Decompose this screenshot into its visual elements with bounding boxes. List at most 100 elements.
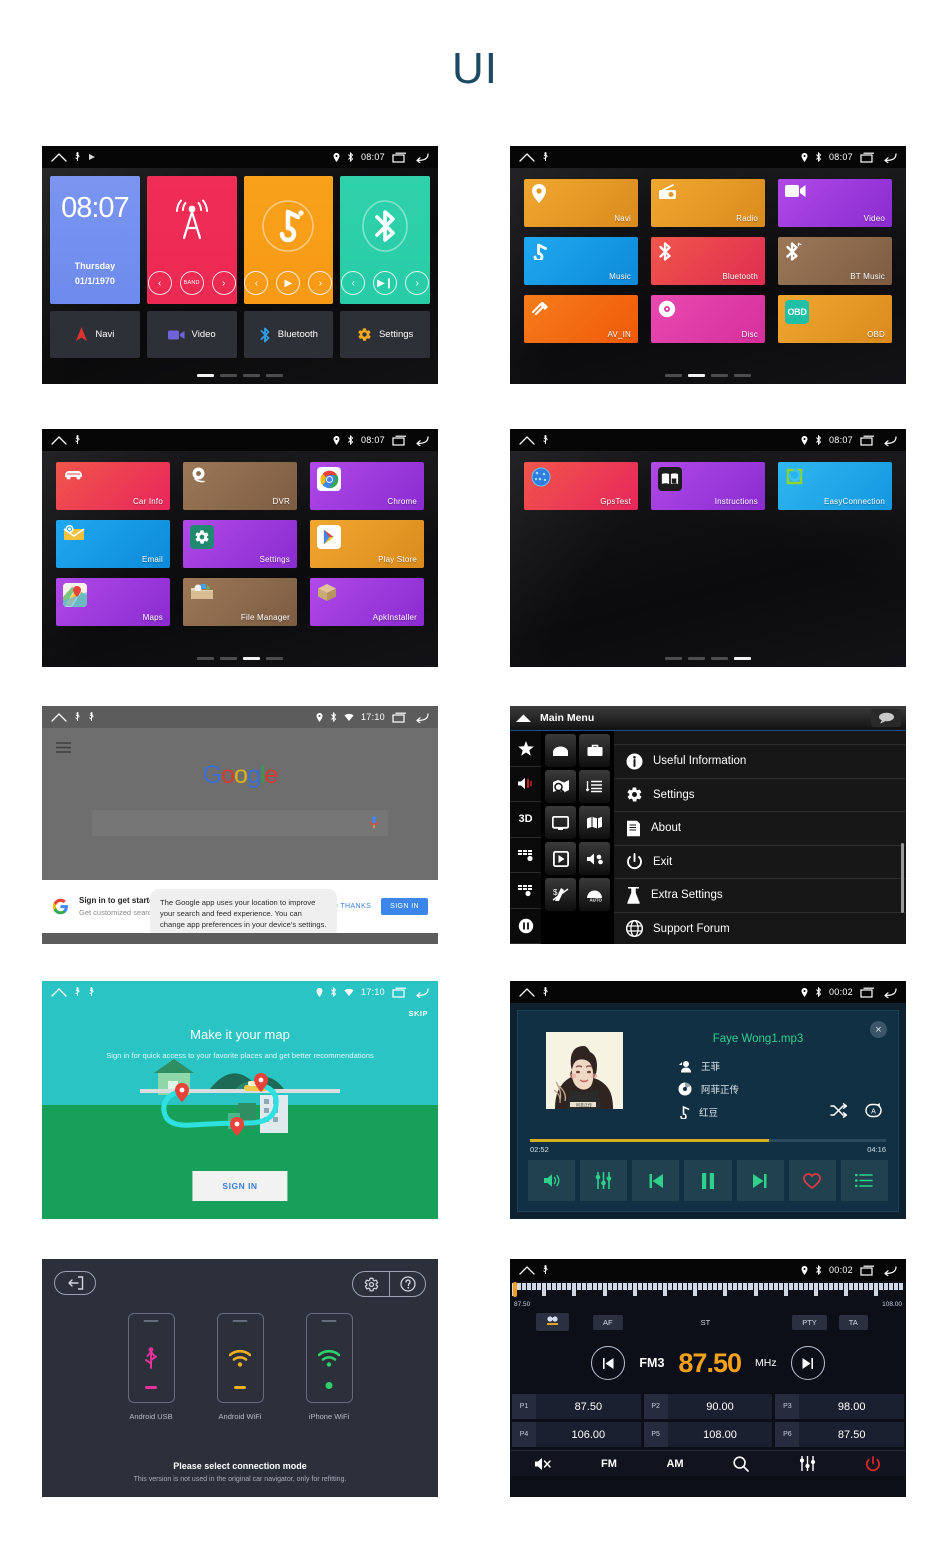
connection-option-iphone-wifi[interactable]: iPhone WiFi: [305, 1313, 353, 1421]
preset-p3[interactable]: P3 98.00: [775, 1394, 905, 1419]
media-icon[interactable]: [579, 842, 610, 875]
bluetooth-widget[interactable]: ‹ ▶❙ ›: [340, 176, 430, 304]
app-tile-music[interactable]: Music: [524, 237, 638, 285]
briefcase-icon[interactable]: [579, 734, 610, 767]
mute-button[interactable]: [510, 1457, 576, 1471]
app-tile-settings[interactable]: Settings: [183, 520, 297, 568]
bt-next-button[interactable]: ›: [405, 271, 430, 295]
preset-p2[interactable]: P2 90.00: [643, 1394, 773, 1419]
home-icon[interactable]: [519, 1265, 535, 1275]
page-dot[interactable]: [665, 374, 682, 377]
radio-prev-button[interactable]: ‹: [147, 271, 172, 295]
seek-next-button[interactable]: [790, 1346, 825, 1380]
dock-item-navi[interactable]: Navi: [50, 311, 140, 358]
app-tile-dvr[interactable]: DVR: [183, 462, 297, 510]
scrollbar-thumb[interactable]: [901, 843, 904, 913]
rail-item-route-alt[interactable]: [510, 873, 541, 909]
play-icon[interactable]: [545, 842, 576, 875]
app-tile-maps[interactable]: Maps: [56, 578, 170, 626]
page-dot[interactable]: [220, 374, 237, 377]
speech-bubble-icon[interactable]: [871, 709, 901, 727]
back-icon[interactable]: [414, 435, 429, 446]
music-play-button[interactable]: ▶: [276, 271, 301, 295]
hamburger-icon[interactable]: [56, 742, 71, 753]
find-on-map-icon[interactable]: [545, 770, 576, 803]
app-tile-apk-installer[interactable]: ApkInstaller: [310, 578, 424, 626]
page-dot[interactable]: [220, 657, 237, 660]
fm-button[interactable]: FM: [576, 1458, 642, 1470]
up-arrow-icon[interactable]: [515, 713, 532, 724]
home-icon[interactable]: [519, 987, 535, 997]
monitor-icon[interactable]: [545, 806, 576, 839]
rail-item-3d[interactable]: 3D: [510, 802, 541, 838]
app-tile-av-in[interactable]: AV_IN: [524, 295, 638, 343]
exit-icon[interactable]: [54, 1271, 96, 1295]
pause-button[interactable]: [684, 1160, 732, 1201]
connection-option-android-wifi[interactable]: Android WiFi: [216, 1313, 264, 1421]
rail-item-volume[interactable]: [510, 767, 541, 802]
bt-playpause-button[interactable]: ▶❙: [373, 271, 398, 295]
home-icon[interactable]: [545, 734, 576, 767]
previous-button[interactable]: [632, 1160, 680, 1201]
power-icon[interactable]: [840, 1455, 906, 1472]
menu-item-support-forum[interactable]: Support Forum: [614, 913, 906, 945]
map-icon[interactable]: [579, 806, 610, 839]
app-tile-play-store[interactable]: Play Store: [310, 520, 424, 568]
close-icon[interactable]: ×: [870, 1021, 887, 1038]
search-icon[interactable]: [708, 1455, 774, 1472]
recents-icon[interactable]: [392, 152, 407, 163]
back-icon[interactable]: [882, 1265, 897, 1276]
page-dot[interactable]: [688, 374, 705, 377]
music-next-button[interactable]: ›: [308, 271, 333, 295]
menu-item-useful-information[interactable]: Useful Information: [614, 745, 906, 779]
app-tile-bluetooth[interactable]: Bluetooth: [651, 237, 765, 285]
am-button[interactable]: AM: [642, 1458, 708, 1470]
equalizer-icon[interactable]: [774, 1456, 840, 1471]
bt-prev-button[interactable]: ‹: [341, 271, 366, 295]
menu-item-extra-settings[interactable]: Extra Settings: [614, 879, 906, 913]
home-icon[interactable]: [51, 152, 67, 162]
page-dot[interactable]: [688, 657, 705, 660]
home-icon[interactable]: [519, 152, 535, 162]
equalizer-button[interactable]: [580, 1160, 628, 1201]
app-tile-bt-music[interactable]: BT Music: [778, 237, 892, 285]
home-icon[interactable]: [519, 435, 535, 445]
recents-icon[interactable]: [860, 152, 875, 163]
st-chip[interactable]: ST: [691, 1315, 721, 1330]
page-dot[interactable]: [243, 657, 260, 660]
ta-chip[interactable]: TA: [838, 1314, 868, 1330]
frequency-ruler[interactable]: [510, 1281, 906, 1301]
home-icon[interactable]: [51, 712, 67, 722]
recents-icon[interactable]: [392, 987, 407, 998]
menu-item-about[interactable]: About: [614, 812, 906, 846]
no-toll-icon[interactable]: $: [545, 878, 576, 911]
app-tile-car-info[interactable]: Car Info: [56, 462, 170, 510]
auto-icon[interactable]: AUTO: [579, 878, 610, 911]
volume-button[interactable]: [528, 1160, 576, 1201]
dock-item-video[interactable]: Video: [146, 311, 237, 358]
app-tile-easy-connection[interactable]: EasyConnection: [778, 462, 892, 510]
back-icon[interactable]: [882, 435, 897, 446]
favorite-button[interactable]: [788, 1160, 836, 1201]
home-icon[interactable]: [51, 435, 67, 445]
page-dot[interactable]: [197, 374, 214, 377]
preset-p6[interactable]: P6 87.50: [775, 1422, 905, 1447]
app-tile-gps-test[interactable]: GpsTest: [524, 462, 638, 510]
skip-button[interactable]: SKIP: [408, 1009, 428, 1018]
dock-item-bluetooth[interactable]: Bluetooth: [243, 311, 334, 358]
app-tile-navi[interactable]: Navi: [524, 179, 638, 227]
page-dot[interactable]: [266, 374, 283, 377]
recents-icon[interactable]: [860, 1265, 875, 1276]
page-dot[interactable]: [711, 657, 728, 660]
page-dot[interactable]: [711, 374, 728, 377]
app-tile-video[interactable]: Video: [778, 179, 892, 227]
app-tile-disc[interactable]: Disc: [651, 295, 765, 343]
shuffle-icon[interactable]: [830, 1103, 847, 1118]
pty-chip[interactable]: PTY: [792, 1314, 827, 1330]
sign-in-button[interactable]: SIGN IN: [381, 898, 428, 915]
music-prev-button[interactable]: ‹: [244, 271, 269, 295]
app-tile-instructions[interactable]: Instructions: [651, 462, 765, 510]
dock-item-settings[interactable]: Settings: [340, 311, 430, 358]
next-button[interactable]: [736, 1160, 784, 1201]
back-icon[interactable]: [414, 987, 429, 998]
